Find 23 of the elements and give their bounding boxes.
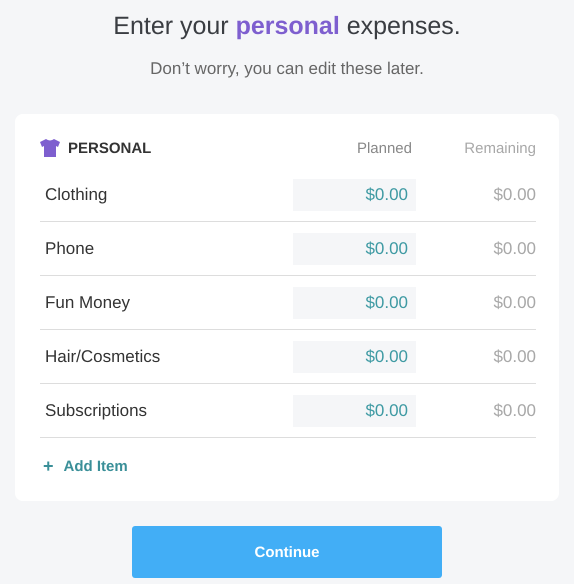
add-item-link[interactable]: + Add Item: [43, 456, 128, 477]
category-title: PERSONAL: [68, 140, 152, 156]
item-name: Subscriptions: [44, 400, 148, 420]
remaining-amount: $0.00: [492, 346, 536, 366]
column-header: Planned: [356, 140, 412, 156]
item-name: Hair/Cosmetics: [44, 346, 160, 366]
shirt-icon: [40, 139, 60, 157]
remaining-amount: $0.00: [492, 400, 536, 420]
page-heading: Enter your personal expenses.: [113, 11, 461, 42]
planned-amount-field[interactable]: $0.00: [293, 232, 416, 264]
planned-amount-field[interactable]: $0.00: [293, 286, 416, 318]
item-name: Fun Money: [44, 292, 130, 312]
page-subheading: Don’t worry, you can edit these later.: [150, 58, 424, 80]
planned-amount-field[interactable]: $0.00: [293, 178, 416, 210]
remaining-amount: $0.00: [492, 184, 536, 204]
planned-amount-field[interactable]: $0.00: [293, 340, 416, 372]
planned-amount-field[interactable]: $0.00: [293, 394, 416, 426]
remaining-amount: $0.00: [492, 238, 536, 258]
column-header: Remaining: [463, 140, 536, 156]
remaining-amount: $0.00: [492, 292, 536, 312]
continue-button[interactable]: Continue: [132, 526, 442, 578]
item-name: Clothing: [44, 184, 108, 204]
item-name: Phone: [44, 238, 94, 258]
